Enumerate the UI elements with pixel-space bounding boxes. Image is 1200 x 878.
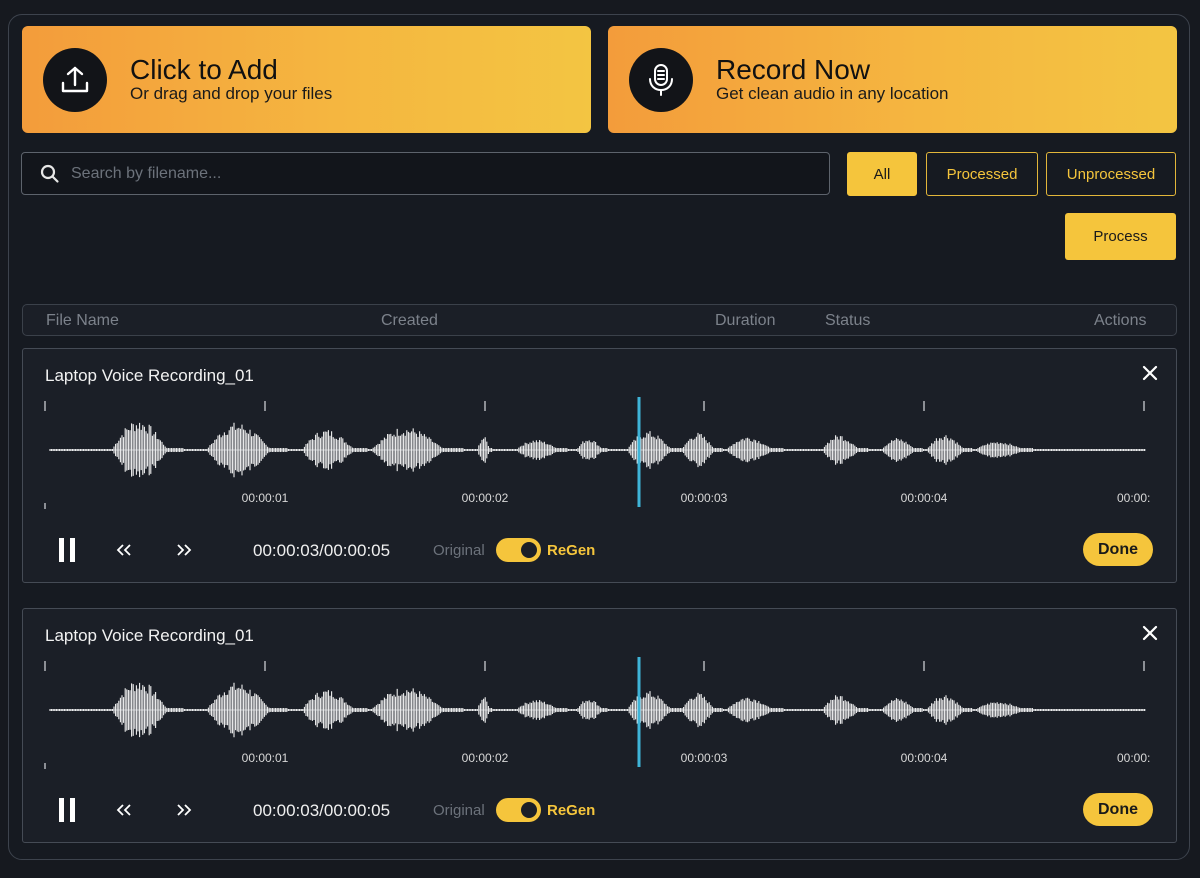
waveform[interactable]: 00:00:01 00:00:02 00:00:03 00:00:04 00:00: xyxy=(23,609,1178,779)
col-created: Created xyxy=(381,312,438,329)
col-actions: Actions xyxy=(1094,312,1147,329)
timeline-label: 00:00:01 xyxy=(242,491,289,505)
filter-unprocessed-button[interactable]: Unprocessed xyxy=(1046,152,1176,196)
timeline-label: 00:00:03 xyxy=(681,751,728,765)
timeline-label: 00:00:01 xyxy=(242,751,289,765)
upload-subtitle: Or drag and drop your files xyxy=(130,83,333,103)
fast-forward-icon[interactable] xyxy=(176,804,192,816)
table-header: File Name Created Duration Status Action… xyxy=(22,304,1177,336)
timeline-label: 00:00:03 xyxy=(681,491,728,505)
original-label: Original xyxy=(433,802,485,819)
original-label: Original xyxy=(433,542,485,559)
timeline-label: 00:00: xyxy=(1117,751,1150,765)
record-subtitle: Get clean audio in any location xyxy=(716,83,949,103)
upload-card[interactable]: Click to Add Or drag and drop your files xyxy=(22,26,591,133)
search-icon xyxy=(40,164,59,183)
playback-time: 00:00:03/00:00:05 xyxy=(253,541,391,560)
record-card[interactable]: Record Now Get clean audio in any locati… xyxy=(608,26,1177,133)
playback-time: 00:00:03/00:00:05 xyxy=(253,801,391,820)
timeline-label: 00:00:02 xyxy=(462,751,509,765)
regen-toggle[interactable] xyxy=(496,538,541,562)
toggle-knob xyxy=(521,802,537,818)
timeline-label: 00:00:04 xyxy=(901,751,948,765)
done-button[interactable]: Done xyxy=(1083,533,1153,566)
filter-all-button[interactable]: All xyxy=(847,152,917,196)
upload-title: Click to Add xyxy=(130,53,278,85)
rewind-icon[interactable] xyxy=(116,804,132,816)
done-button[interactable]: Done xyxy=(1083,793,1153,826)
regen-toggle[interactable] xyxy=(496,798,541,822)
fast-forward-icon[interactable] xyxy=(176,544,192,556)
timeline-label: 00:00:04 xyxy=(901,491,948,505)
col-file-name: File Name xyxy=(46,312,119,329)
search-input[interactable] xyxy=(71,164,811,183)
pause-icon[interactable] xyxy=(57,797,77,823)
recording-card: Laptop Voice Recording_01 00:00:01 00:00:… xyxy=(22,348,1177,583)
rewind-icon[interactable] xyxy=(116,544,132,556)
pause-icon[interactable] xyxy=(57,537,77,563)
regen-label: ReGen xyxy=(547,802,596,819)
toggle-knob xyxy=(521,542,537,558)
col-status: Status xyxy=(825,312,871,329)
microphone-icon xyxy=(629,47,693,112)
recording-card: Laptop Voice Recording_01 00:00:01 00:00:… xyxy=(22,608,1177,843)
process-button[interactable]: Process xyxy=(1065,213,1176,260)
record-title: Record Now xyxy=(716,53,871,85)
timeline-label: 00:00: xyxy=(1117,491,1150,505)
filter-processed-button[interactable]: Processed xyxy=(926,152,1038,196)
search-box xyxy=(21,152,830,195)
waveform[interactable]: 00:00:01 00:00:02 00:00:03 00:00:04 00:00: xyxy=(23,349,1178,519)
timeline-label: 00:00:02 xyxy=(462,491,509,505)
col-duration: Duration xyxy=(715,312,776,329)
regen-label: ReGen xyxy=(547,542,596,559)
upload-icon xyxy=(43,47,107,112)
